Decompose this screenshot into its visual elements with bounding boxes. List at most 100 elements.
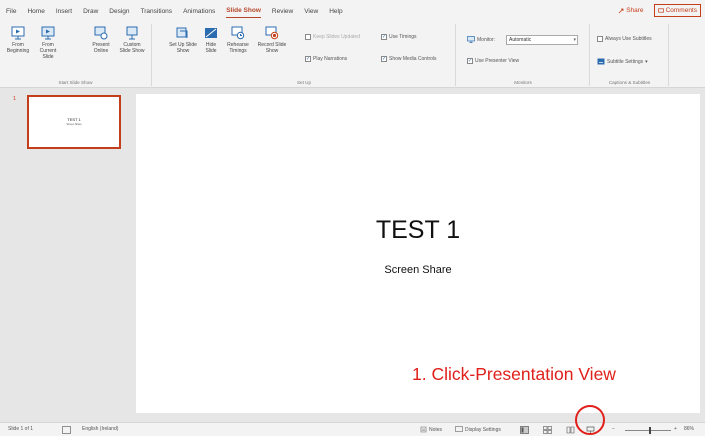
- present-online-icon: [94, 26, 108, 40]
- share-icon: [618, 8, 624, 13]
- hide-slide-icon: [205, 28, 217, 38]
- slide-thumbnail[interactable]: TEST 1 Screen Share: [27, 95, 121, 149]
- normal-view-icon[interactable]: [520, 426, 529, 434]
- from-current-slide-button[interactable]: From Current Slide: [34, 26, 62, 60]
- display-settings-label: Display Settings: [465, 426, 501, 433]
- use-presenter-view-checkbox[interactable]: ✓ Use Presenter View: [467, 58, 519, 64]
- annotation-callout: 1. Click-Presentation View: [412, 364, 616, 384]
- slide-sorter-icon[interactable]: [543, 426, 552, 434]
- monitors-group-label: Monitors: [514, 80, 532, 85]
- comments-button[interactable]: Comments: [653, 4, 701, 17]
- record-slide-show-label: Record Slide Show: [257, 42, 287, 54]
- use-presenter-view-label: Use Presenter View: [475, 58, 520, 64]
- zoom-in-button[interactable]: +: [674, 426, 677, 432]
- subtitle-settings-label: Subtitle Settings: [607, 58, 644, 65]
- present-online-label: Present Online: [92, 42, 110, 54]
- language-status[interactable]: English (Ireland): [82, 426, 118, 432]
- always-use-subtitles-checkbox[interactable]: Always Use Subtitles: [597, 36, 652, 42]
- notes-button[interactable]: Notes: [420, 426, 442, 433]
- tab-help[interactable]: Help: [329, 5, 342, 18]
- slide-subtitle[interactable]: Screen Share: [136, 264, 700, 276]
- play-narrations-checkbox[interactable]: ✓ Play Narrations: [305, 56, 347, 62]
- set-up-group-label: Set Up: [296, 80, 312, 85]
- checkbox-box: ✓: [381, 34, 387, 40]
- group-captions-subtitles: Always Use Subtitles Subtitle Settings ▾…: [591, 24, 669, 86]
- tab-insert[interactable]: Insert: [56, 5, 72, 18]
- share-label: Share: [626, 7, 644, 14]
- set-up-slide-show-label: Set Up Slide Show: [169, 42, 197, 54]
- checkbox-box: [597, 36, 603, 42]
- annotation-highlight-circle: [575, 405, 605, 435]
- share-area: Share Comments: [614, 4, 701, 17]
- custom-show-icon: [126, 26, 138, 40]
- setup-show-icon: [176, 27, 188, 38]
- zoom-slider-track[interactable]: [625, 430, 671, 431]
- subtitle-settings-button[interactable]: Subtitle Settings ▾: [597, 58, 648, 65]
- zoom-level[interactable]: 86%: [684, 426, 694, 432]
- keep-slides-updated-checkbox[interactable]: Keep Slides Updated: [305, 34, 360, 40]
- tab-file[interactable]: File: [6, 5, 16, 18]
- group-start-slide-show: From Beginning From Current Slide Presen…: [0, 24, 152, 86]
- zoom-slider-thumb[interactable]: [649, 427, 651, 434]
- set-up-slide-show-button[interactable]: Set Up Slide Show: [169, 26, 197, 54]
- comments-label: Comments: [665, 7, 697, 14]
- use-timings-checkbox[interactable]: ✓ Use Timings: [381, 34, 417, 40]
- checkbox-box: ✓: [467, 58, 473, 64]
- slide-title[interactable]: TEST 1: [136, 216, 700, 245]
- slide-thumbnail-pane: 1 TEST 1 Screen Share: [0, 88, 135, 422]
- tab-animations[interactable]: Animations: [183, 5, 215, 18]
- record-slide-show-button[interactable]: Record Slide Show: [255, 26, 289, 54]
- ribbon-tabs: File Home Insert Draw Design Transitions…: [0, 0, 705, 22]
- checkbox-box: ✓: [381, 56, 387, 62]
- play-from-current-icon: [41, 26, 55, 40]
- monitor-label: Monitor:: [467, 36, 495, 43]
- play-from-start-icon: [11, 26, 25, 40]
- monitor-select[interactable]: Automatic ▾: [506, 35, 578, 45]
- tab-slide-show[interactable]: Slide Show: [226, 4, 261, 18]
- thumbnail-number: 1: [13, 96, 17, 102]
- record-icon: [265, 26, 279, 40]
- checkbox-box: ✓: [305, 56, 311, 62]
- always-use-subtitles-label: Always Use Subtitles: [605, 36, 652, 42]
- accessibility-icon[interactable]: [62, 426, 71, 434]
- slide-count: Slide 1 of 1: [8, 426, 34, 432]
- share-button[interactable]: Share: [614, 4, 647, 17]
- comment-icon: [657, 7, 664, 13]
- tab-view[interactable]: View: [304, 5, 318, 18]
- custom-slide-show-button[interactable]: Custom Slide Show: [118, 26, 146, 54]
- hide-slide-button[interactable]: Hide Slide: [201, 26, 221, 54]
- hide-slide-label: Hide Slide: [205, 42, 217, 54]
- keep-slides-updated-label: Keep Slides Updated: [313, 34, 360, 40]
- thumbnail-subtitle: Screen Share: [66, 123, 82, 126]
- play-narrations-label: Play Narrations: [313, 56, 348, 62]
- group-monitors: Monitor: ✓ Use Presenter View Monitors: [457, 24, 590, 86]
- show-media-controls-checkbox[interactable]: ✓ Show Media Controls: [381, 56, 437, 62]
- zoom-out-button[interactable]: −: [612, 426, 615, 432]
- display-icon: [455, 426, 463, 432]
- show-media-controls-label: Show Media Controls: [389, 56, 437, 62]
- ribbon: From Beginning From Current Slide Presen…: [0, 22, 705, 88]
- tab-draw[interactable]: Draw: [83, 5, 98, 18]
- present-online-button[interactable]: Present Online: [87, 26, 115, 54]
- monitor-label-text: Monitor:: [477, 36, 496, 43]
- from-current-slide-label: From Current Slide: [39, 42, 57, 60]
- tab-review[interactable]: Review: [272, 5, 293, 18]
- notes-icon: [420, 426, 427, 433]
- from-beginning-button[interactable]: From Beginning: [4, 26, 32, 54]
- reading-view-icon[interactable]: [566, 426, 575, 434]
- chevron-down-icon: ▾: [573, 37, 576, 43]
- rehearse-timings-icon: [231, 26, 245, 40]
- monitor-select-value: Automatic: [509, 37, 532, 43]
- custom-slide-show-label: Custom Slide Show: [119, 42, 145, 54]
- checkbox-box: [305, 34, 311, 40]
- chevron-down-icon: ▾: [645, 58, 648, 65]
- tab-design[interactable]: Design: [109, 5, 129, 18]
- notes-label: Notes: [429, 426, 443, 433]
- subtitle-icon: [597, 58, 605, 65]
- display-settings-button[interactable]: Display Settings: [455, 426, 501, 433]
- rehearse-timings-button[interactable]: Rehearse Timings: [223, 26, 253, 54]
- tab-transitions[interactable]: Transitions: [141, 5, 173, 18]
- start-slide-show-group-label: Start Slide Show: [58, 80, 93, 85]
- captions-group-label: Captions & Subtitles: [608, 80, 651, 85]
- tab-home[interactable]: Home: [27, 5, 44, 18]
